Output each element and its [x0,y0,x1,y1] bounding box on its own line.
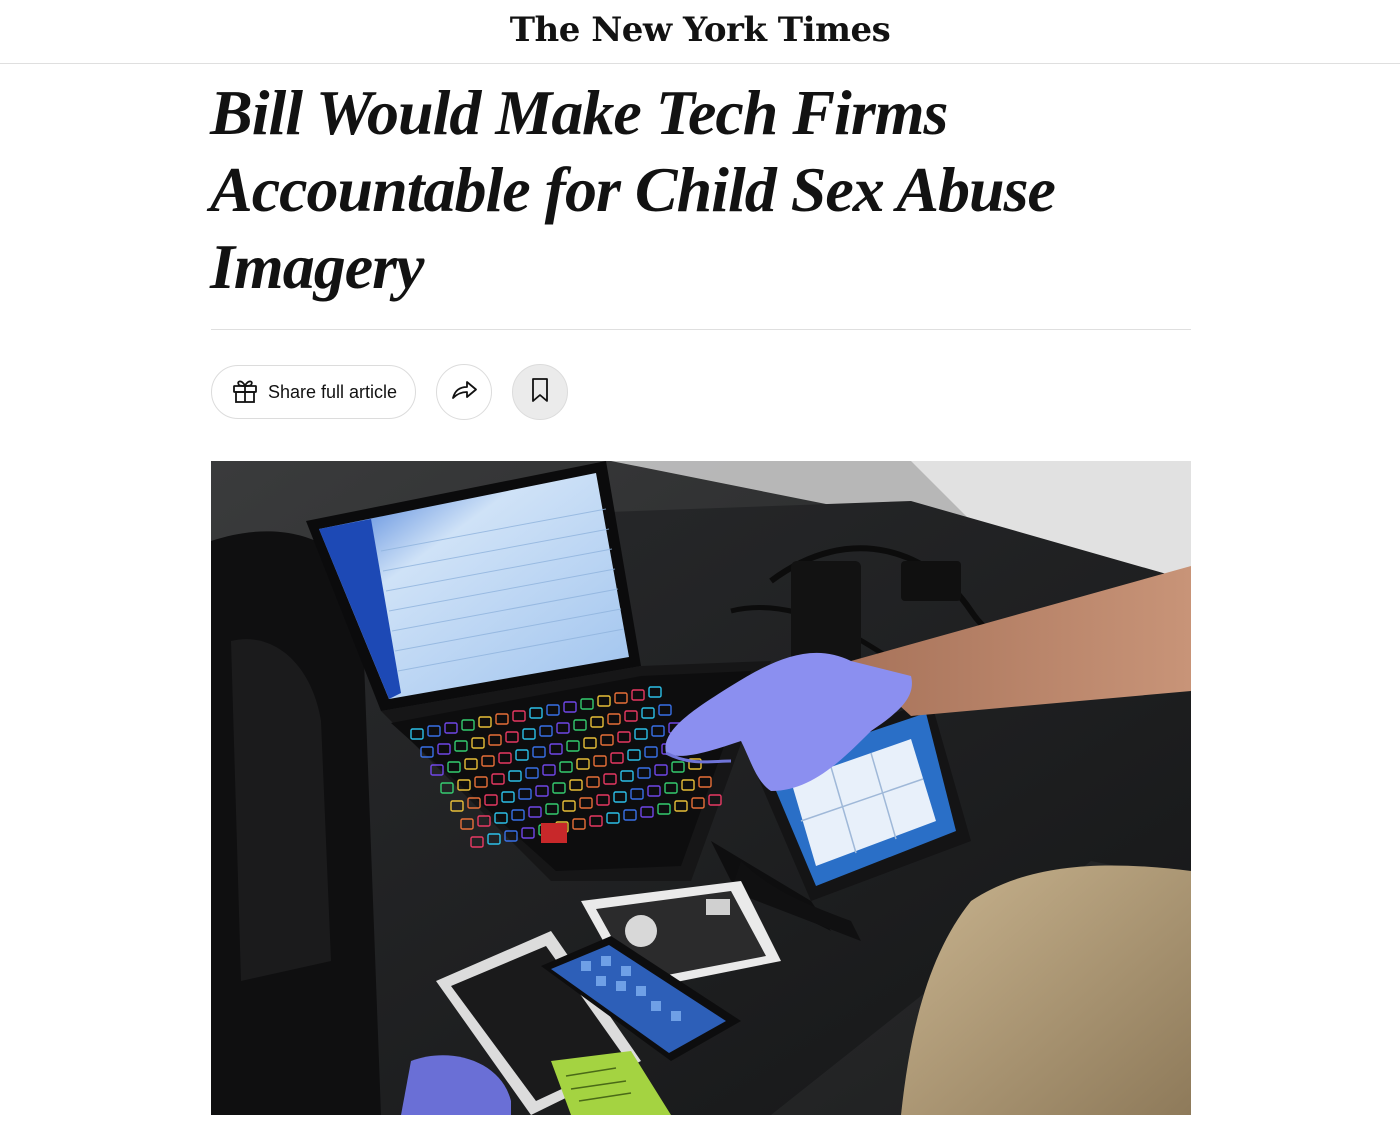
share-toolbar: Share full article [211,364,569,420]
share-button[interactable] [436,364,493,420]
bookmark-icon [525,375,555,410]
share-full-article-button[interactable]: Share full article [211,365,417,419]
hero-photo-illustration [211,461,1191,1115]
hero-photo [211,461,1191,1115]
nyt-logo[interactable]: The New York Times [510,10,891,50]
article-headline: Bill Would Make Tech Firms Accountable f… [210,77,1056,302]
divider [211,329,1191,330]
masthead: The New York Times [0,0,1400,64]
save-button[interactable] [512,364,569,420]
gift-icon [230,375,260,410]
share-full-article-label: Share full article [268,381,398,402]
share-arrow-icon [449,375,479,410]
